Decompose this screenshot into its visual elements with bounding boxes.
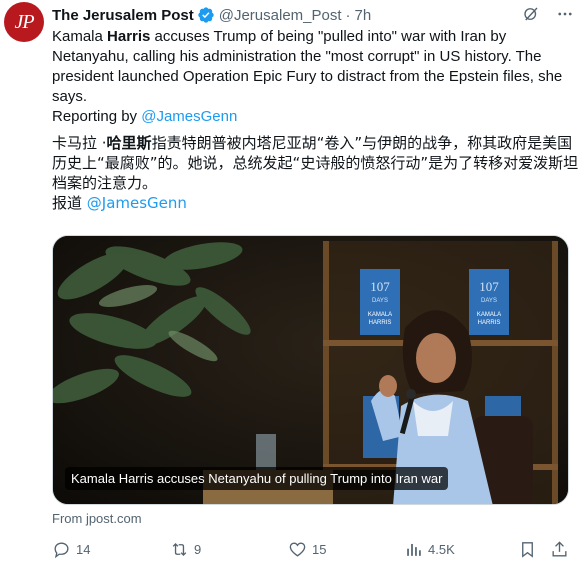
- book-title-number: 107: [479, 279, 499, 294]
- views-icon: [407, 543, 421, 556]
- separator-dot: ·: [345, 6, 351, 24]
- translated-text: 卡马拉 ·哈里斯指责特朗普被内塔尼亚胡“卷入”与伊朗的战争，称其政府是美国历史上…: [52, 133, 582, 213]
- translated-reporting-label: 报道: [52, 194, 87, 212]
- post-time[interactable]: 7h: [355, 7, 372, 24]
- book-title-word: DAYS: [481, 298, 497, 304]
- bookmark-icon: [522, 541, 533, 558]
- book-title-number: 107: [370, 279, 390, 294]
- share-icon: [552, 540, 567, 557]
- book-author-first: KAMALA: [368, 312, 392, 318]
- book-author-last: HARRIS: [478, 320, 501, 326]
- book-author-last: HARRIS: [369, 320, 392, 326]
- post-text-bold: Harris: [107, 28, 151, 45]
- reporter-mention-link[interactable]: @JamesGenn: [141, 108, 237, 125]
- verified-badge-icon: [198, 7, 214, 23]
- post-header: The Jerusalem Post @Jerusalem_Post · 7h: [52, 4, 575, 26]
- engagement-bar: 14 9 15 4.5K: [52, 538, 572, 560]
- translated-reporter-mention-link[interactable]: @JamesGenn: [87, 194, 187, 212]
- repost-icon: [172, 542, 187, 556]
- post-text: Kamala Harris accuses Trump of being "pu…: [52, 27, 567, 127]
- book-author-first: KAMALA: [477, 312, 501, 318]
- avatar[interactable]: JP: [4, 2, 44, 42]
- reply-count: 14: [76, 541, 91, 557]
- stage-photo: 107 DAYS KAMALA HARRIS 107 DAYS KAMALA H…: [53, 236, 568, 504]
- repost-button[interactable]: 9: [170, 538, 201, 560]
- source-link[interactable]: From jpost.com: [52, 511, 142, 526]
- views-count: 4.5K: [428, 541, 455, 557]
- heart-icon: [289, 541, 306, 557]
- reporting-label: Reporting by: [52, 108, 142, 125]
- share-button[interactable]: [550, 538, 569, 560]
- translated-text-part: 卡马拉 ·: [52, 134, 107, 152]
- author-handle[interactable]: @Jerusalem_Post: [219, 7, 342, 24]
- like-count: 15: [312, 541, 327, 557]
- repost-count: 9: [194, 541, 202, 557]
- avatar-logo-text: JP: [14, 10, 34, 33]
- book-title-word: DAYS: [372, 298, 388, 304]
- translated-text-bold: 哈里斯: [106, 134, 152, 152]
- author-name[interactable]: The Jerusalem Post: [52, 7, 194, 24]
- reply-button[interactable]: 14: [52, 538, 90, 560]
- article-title-caption: Kamala Harris accuses Netanyahu of pulli…: [65, 467, 449, 490]
- reply-icon: [54, 541, 69, 558]
- more-options-icon[interactable]: [555, 4, 575, 24]
- views-button[interactable]: 4.5K: [404, 538, 455, 560]
- article-card-image[interactable]: 107 DAYS KAMALA HARRIS 107 DAYS KAMALA H…: [52, 235, 569, 505]
- grok-icon[interactable]: [521, 4, 541, 24]
- post-text-part: Kamala: [52, 28, 108, 45]
- like-button[interactable]: 15: [288, 538, 326, 560]
- bookmark-button[interactable]: [518, 538, 537, 560]
